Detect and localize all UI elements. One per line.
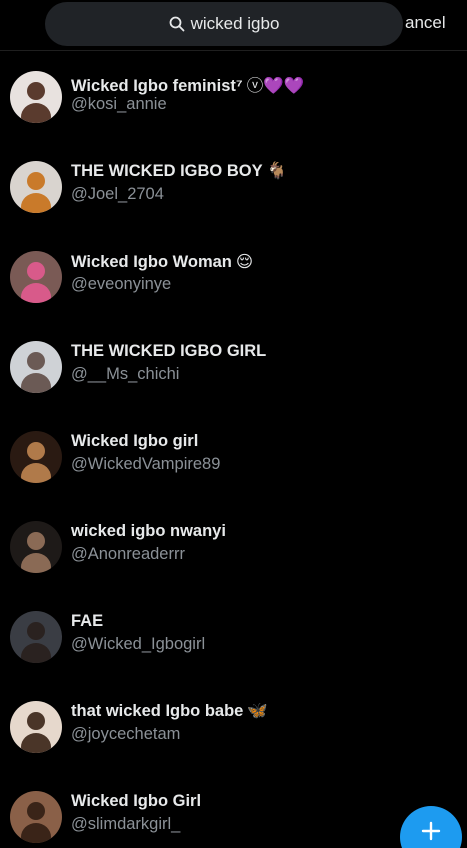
user-handle: @slimdarkgirl_ [71, 815, 181, 833]
user-name: Wicked Igbo Woman 😌 [71, 253, 254, 271]
user-handle: @WickedVampire89 [71, 455, 221, 473]
list-item[interactable]: Wicked Igbo girl @WickedVampire89 [0, 411, 467, 501]
name-emoji: 🐐 [266, 162, 288, 180]
list-item[interactable]: that wicked Igbo babe 🦋 @joycechetam [0, 681, 467, 771]
user-name: wicked igbo nwanyi [71, 522, 226, 540]
user-name: Wicked Igbo girl [71, 432, 199, 450]
search-input[interactable]: wicked igbo [45, 2, 403, 46]
list-item[interactable]: Wicked Igbo feminist⁷ ⓥ💜💜 @kosi_annie [0, 51, 467, 141]
user-handle: @kosi_annie [71, 95, 167, 113]
search-header: wicked igbo ancel [0, 0, 467, 51]
avatar [10, 251, 62, 303]
screen: wicked igbo ancel Wicked Igbo feminist⁷ ⓥ… [0, 0, 467, 848]
user-handle: @eveonyinye [71, 275, 172, 293]
user-name: THE WICKED IGBO GIRL [71, 342, 267, 360]
user-handle: @__Ms_chichi [71, 365, 180, 383]
avatar [10, 161, 62, 213]
list-item[interactable]: wicked igbo nwanyi @Anonreaderrr [0, 501, 467, 591]
search-query: wicked igbo [190, 14, 280, 33]
user-name: THE WICKED IGBO BOY 🐐 [71, 162, 288, 180]
avatar [10, 791, 62, 843]
list-item[interactable]: Wicked Igbo Girl @slimdarkgirl_ [0, 771, 467, 848]
avatar [10, 611, 62, 663]
avatar [10, 341, 62, 393]
user-name: FAE [71, 612, 104, 630]
search-icon [169, 16, 185, 32]
user-name: Wicked Igbo Girl [71, 792, 202, 810]
list-item[interactable]: THE WICKED IGBO GIRL @__Ms_chichi [0, 321, 467, 411]
name-emoji: ⓥ💜💜 [246, 77, 305, 95]
avatar [10, 71, 62, 123]
user-handle: @Joel_2704 [71, 185, 164, 203]
name-emoji: 😌 [235, 253, 254, 271]
list-item[interactable]: FAE @Wicked_Igbogirl [0, 591, 467, 681]
user-name: that wicked Igbo babe 🦋 [71, 702, 268, 720]
user-handle: @Anonreaderrr [71, 545, 185, 563]
user-handle: @joycechetam [71, 725, 181, 743]
cancel-button[interactable]: ancel [405, 13, 446, 33]
avatar [10, 701, 62, 753]
avatar [10, 431, 62, 483]
plus-icon [421, 821, 441, 846]
user-handle: @Wicked_Igbogirl [71, 635, 206, 653]
search-results-list: Wicked Igbo feminist⁷ ⓥ💜💜 @kosi_annie THE… [0, 51, 467, 848]
list-item[interactable]: THE WICKED IGBO BOY 🐐 @Joel_2704 [0, 141, 467, 231]
name-emoji: 🦋 [247, 702, 268, 720]
list-item[interactable]: Wicked Igbo Woman 😌 @eveonyinye [0, 231, 467, 321]
avatar [10, 521, 62, 573]
user-name: Wicked Igbo feminist⁷ ⓥ💜💜 [71, 77, 305, 95]
